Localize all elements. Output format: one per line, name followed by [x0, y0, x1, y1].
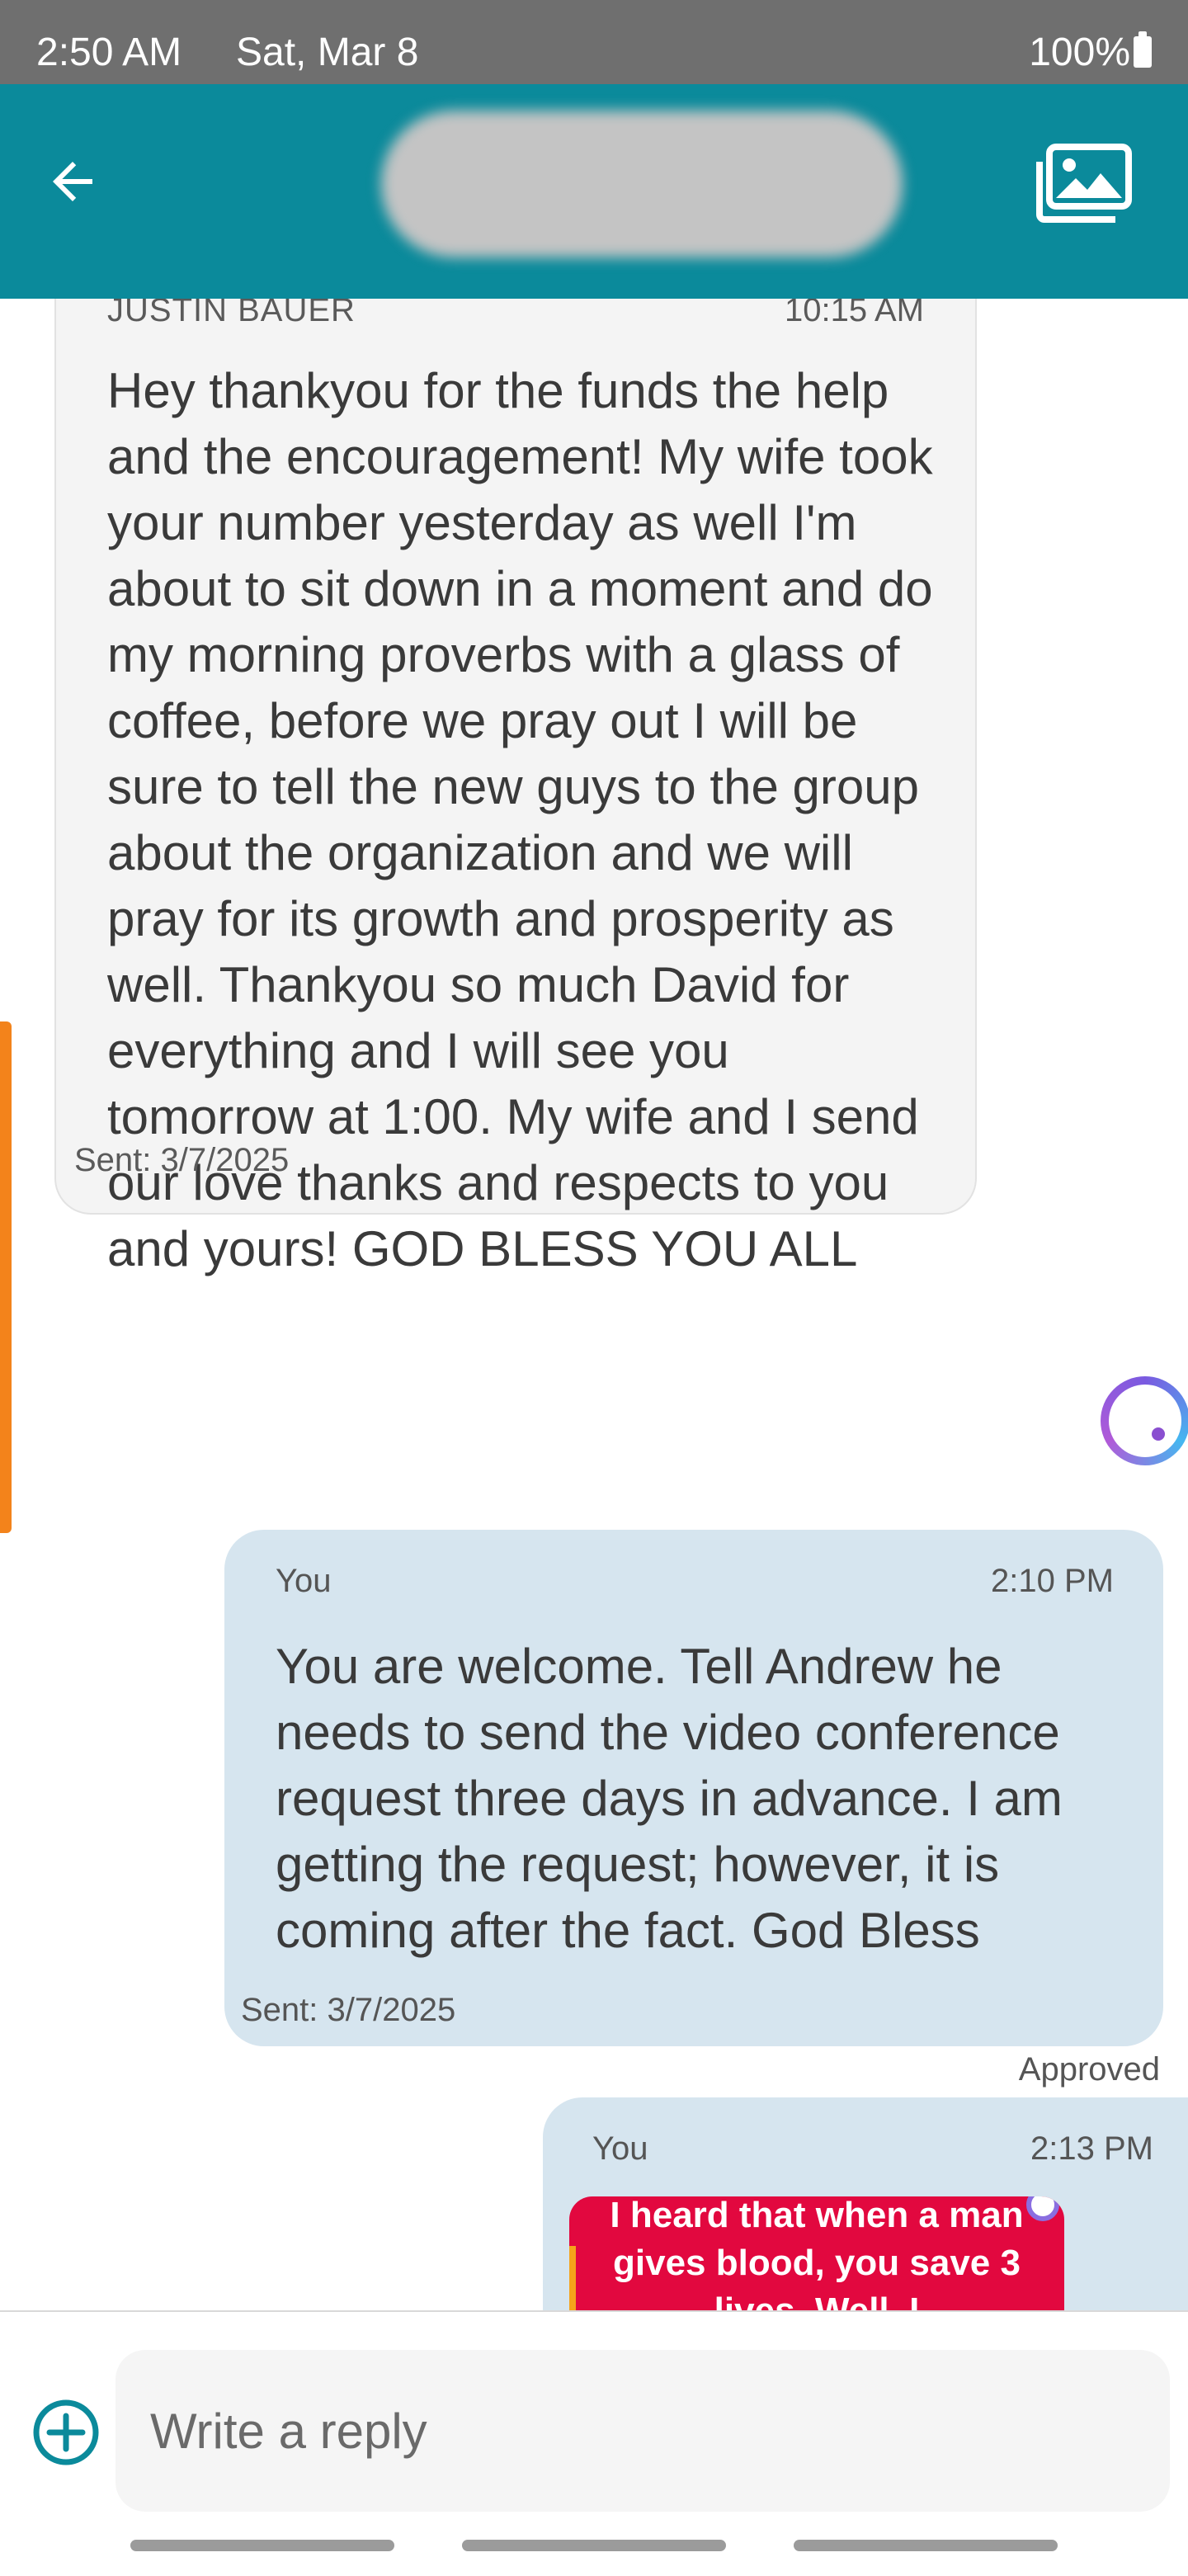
outgoing-message[interactable]: You 2:10 PM You are welcome. Tell Andrew…: [224, 1530, 1163, 2046]
nav-handle-right[interactable]: [794, 2540, 1058, 2551]
message-image[interactable]: I heard that when a man gives blood, you…: [569, 2196, 1064, 2312]
reply-input[interactable]: [116, 2350, 1170, 2512]
incoming-message[interactable]: JUSTIN BAUER 10:15 AM Hey thankyou for t…: [54, 299, 977, 1276]
edge-panel-handle[interactable]: [0, 1021, 12, 1533]
message-time: 2:10 PM: [991, 1563, 1114, 1599]
outgoing-image-message[interactable]: You 2:13 PM I heard that when a man give…: [543, 2097, 1188, 2312]
message-list[interactable]: JUSTIN BAUER 10:15 AM Hey thankyou for t…: [0, 299, 1188, 2312]
battery-percentage: 100%: [1029, 31, 1130, 74]
message-sent-date: Sent: 3/7/2025: [74, 1142, 290, 1178]
message-time: 2:13 PM: [1030, 2130, 1153, 2167]
nav-handle-left[interactable]: [130, 2540, 394, 2551]
status-date: Sat, Mar 8: [236, 31, 419, 74]
arrow-left-icon: [53, 162, 92, 201]
plus-circle-icon: [33, 2399, 99, 2465]
message-body: You are welcome. Tell Andrew he needs to…: [276, 1639, 1063, 1958]
battery-icon: [1134, 31, 1152, 68]
image-caption: I heard that when a man gives blood, you…: [610, 2196, 1024, 2312]
message-sent-date: Sent: 3/7/2025: [241, 1992, 456, 2028]
reply-bar: [0, 2310, 1188, 2576]
navigation-bar: [0, 2540, 1188, 2556]
image-gallery-icon: [1036, 144, 1132, 223]
status-bar: 2:50 AM Sat, Mar 8 100%: [0, 0, 1188, 84]
message-sender: JUSTIN BAUER: [107, 299, 356, 328]
add-attachment-button[interactable]: [30, 2396, 102, 2469]
back-button[interactable]: [33, 142, 112, 221]
message-sender: You: [592, 2130, 648, 2167]
gallery-button[interactable]: [1033, 140, 1135, 226]
message-sender: You: [276, 1563, 332, 1599]
message-time: 10:15 AM: [784, 299, 924, 328]
status-time: 2:50 AM: [36, 31, 182, 74]
conversation-header: [0, 84, 1188, 299]
approval-status: Approved: [1018, 2051, 1160, 2088]
nav-handle-center[interactable]: [462, 2540, 726, 2551]
floating-assistant-icon[interactable]: [1101, 1376, 1188, 1465]
contact-name-redacted: [381, 111, 903, 257]
